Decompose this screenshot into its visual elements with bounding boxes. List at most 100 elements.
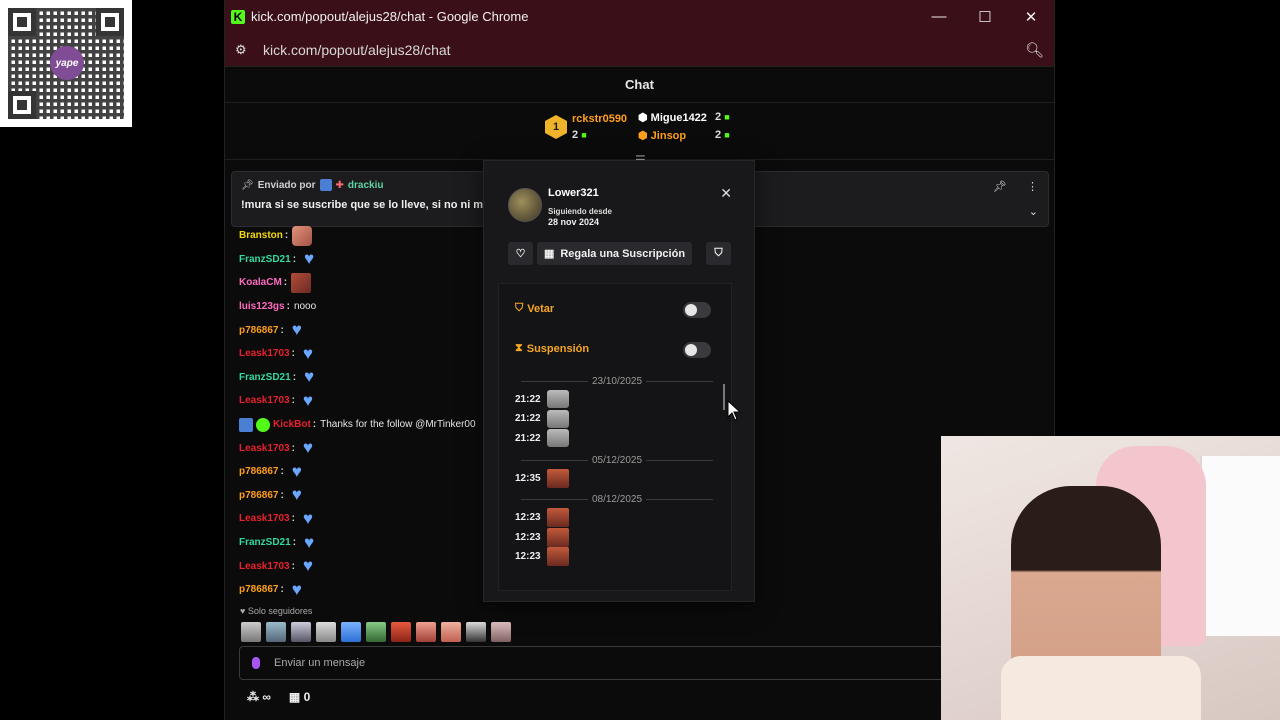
colon: : xyxy=(283,277,288,289)
ban-toggle[interactable] xyxy=(683,302,711,318)
blue-heart-emote-icon: ♥ xyxy=(291,485,302,505)
history-time: 12:35 xyxy=(515,472,541,484)
history-entry: 21:22 xyxy=(515,429,569,447)
chat-username[interactable]: p786867 xyxy=(239,325,278,336)
close-icon[interactable]: ✕ xyxy=(720,185,732,202)
chat-message: KoalaCM: xyxy=(239,271,499,295)
colon: : xyxy=(291,442,295,454)
colon: : xyxy=(291,395,295,407)
minimize-button[interactable]: — xyxy=(916,0,962,33)
blue-heart-emote-icon: ♥ xyxy=(302,390,313,410)
history-time: 21:22 xyxy=(515,393,541,405)
gift-sub-button[interactable]: ▦ Regala una Suscripción xyxy=(537,242,692,265)
history-entry: 12:23 xyxy=(515,508,569,527)
chat-username[interactable]: FranzSD21 xyxy=(239,372,291,383)
bot-badges xyxy=(239,417,270,432)
history-entry: 12:23 xyxy=(515,527,569,547)
chat-message-input[interactable]: Enviar un mensaje xyxy=(239,646,959,680)
emote-button[interactable] xyxy=(466,622,486,642)
emote-button[interactable] xyxy=(366,622,386,642)
clothing-image xyxy=(1001,656,1201,720)
history-time: 21:22 xyxy=(515,432,541,444)
badge-icon xyxy=(319,179,332,191)
chat-username[interactable]: KoalaCM xyxy=(239,277,282,288)
chat-message: p786867: ♥ xyxy=(239,318,499,342)
gift-button[interactable]: ▦ 0 xyxy=(289,690,310,704)
leaderboard-user[interactable]: ⬢ Jinsop xyxy=(638,129,686,142)
chat-username[interactable]: p786867 xyxy=(239,584,278,595)
chat-messages: Branston: FranzSD21: ♥ KoalaCM: luis123gs: no… xyxy=(239,224,499,602)
chat-username[interactable]: Leask1703 xyxy=(239,348,290,359)
chat-username[interactable]: Leask1703 xyxy=(239,395,290,406)
chat-message: Leask1703: ♥ xyxy=(239,389,499,413)
chat-message: luis123gs: nooo xyxy=(239,295,499,319)
chat-username[interactable]: KickBot xyxy=(273,419,311,430)
emote-button[interactable] xyxy=(491,622,511,642)
chat-message: Leask1703: ♥ xyxy=(239,342,499,366)
message-text: Thanks for the follow @MrTinker00 xyxy=(320,419,476,431)
chat-username[interactable]: FranzSD21 xyxy=(239,254,291,265)
follow-button[interactable]: ♡ xyxy=(508,242,533,265)
pinned-sender[interactable]: drackiu xyxy=(348,180,384,191)
chat-username[interactable]: FranzSD21 xyxy=(239,537,291,548)
unpin-icon[interactable]: 📌︎ xyxy=(993,180,1007,193)
leaderboard-count: 2 ■ xyxy=(715,129,730,141)
emote-button[interactable] xyxy=(291,622,311,642)
zoom-icon[interactable]: 🔍︎ xyxy=(1025,41,1044,59)
sub-badge-icon: ✚ xyxy=(335,179,344,191)
more-options-icon[interactable]: ⋮ xyxy=(1027,180,1038,193)
chat-header: Chat xyxy=(225,67,1054,103)
chat-username[interactable]: p786867 xyxy=(239,490,278,501)
qr-pattern: yape xyxy=(8,8,124,119)
chat-username[interactable]: Leask1703 xyxy=(239,513,290,524)
history-time: 12:23 xyxy=(515,551,541,562)
history-entry: 21:22 xyxy=(515,409,569,428)
date-separator: 08/12/2025 xyxy=(517,494,717,505)
blue-heart-emote-icon: ♥ xyxy=(302,556,313,576)
colon: : xyxy=(280,466,284,478)
chevron-down-icon[interactable]: ⌄ xyxy=(1029,205,1038,218)
timeout-toggle[interactable] xyxy=(683,342,711,358)
chat-username[interactable]: luis123gs xyxy=(239,301,285,312)
maximize-button[interactable]: ☐ xyxy=(962,0,1008,33)
mod-tools-button[interactable]: ⛉ xyxy=(706,242,731,265)
count-value: 2 xyxy=(572,129,579,141)
url-text[interactable]: kick.com/popout/alejus28/chat xyxy=(263,42,1025,58)
leaderboard-count: 2 ■ xyxy=(572,129,587,141)
emote-button[interactable] xyxy=(341,622,361,642)
face-emote-icon xyxy=(291,272,312,293)
history-time: 12:23 xyxy=(515,531,541,543)
site-settings-icon[interactable]: ⚙ xyxy=(235,42,253,58)
chat-username[interactable]: Leask1703 xyxy=(239,561,290,572)
following-since-label: Siguiendo desde xyxy=(548,207,613,216)
emote-button[interactable] xyxy=(266,622,286,642)
emote-button[interactable] xyxy=(416,622,436,642)
emote-button[interactable] xyxy=(241,622,261,642)
emote-button[interactable] xyxy=(391,622,411,642)
points-button[interactable]: ⁂ ∞ xyxy=(247,690,271,704)
cat-emote-icon xyxy=(546,409,569,428)
cat-emote-icon xyxy=(546,390,569,408)
chat-username[interactable]: Branston xyxy=(239,230,283,241)
emote-button[interactable] xyxy=(441,622,461,642)
leaderboard-user[interactable]: rckstr0590 xyxy=(572,113,627,125)
chat-username[interactable]: Leask1703 xyxy=(239,443,290,454)
scrollbar[interactable] xyxy=(723,384,725,410)
history-entry: 12:35 xyxy=(515,468,569,488)
colon: : xyxy=(292,371,297,383)
mic-icon[interactable] xyxy=(252,657,260,669)
chat-username[interactable]: p786867 xyxy=(239,466,278,477)
emote-button[interactable] xyxy=(316,622,336,642)
blue-heart-emote-icon: ♥ xyxy=(303,367,315,387)
card-username[interactable]: Lower321 xyxy=(548,187,599,199)
ban-label: Vetar xyxy=(527,302,555,315)
blue-heart-emote-icon: ♥ xyxy=(302,508,313,528)
blue-heart-emote-icon: ♥ xyxy=(291,320,302,340)
timeout-row: ⧗ Suspensión xyxy=(515,342,589,355)
date-separator: 05/12/2025 xyxy=(517,455,717,466)
gift-sub-label: Regala una Suscripción xyxy=(560,247,686,260)
leaderboard-user[interactable]: ⬢ Migue1422 xyxy=(638,111,707,124)
colon: : xyxy=(284,230,289,242)
chat-message: p786867: ♥ xyxy=(239,578,499,602)
close-window-button[interactable]: ✕ xyxy=(1008,0,1054,33)
